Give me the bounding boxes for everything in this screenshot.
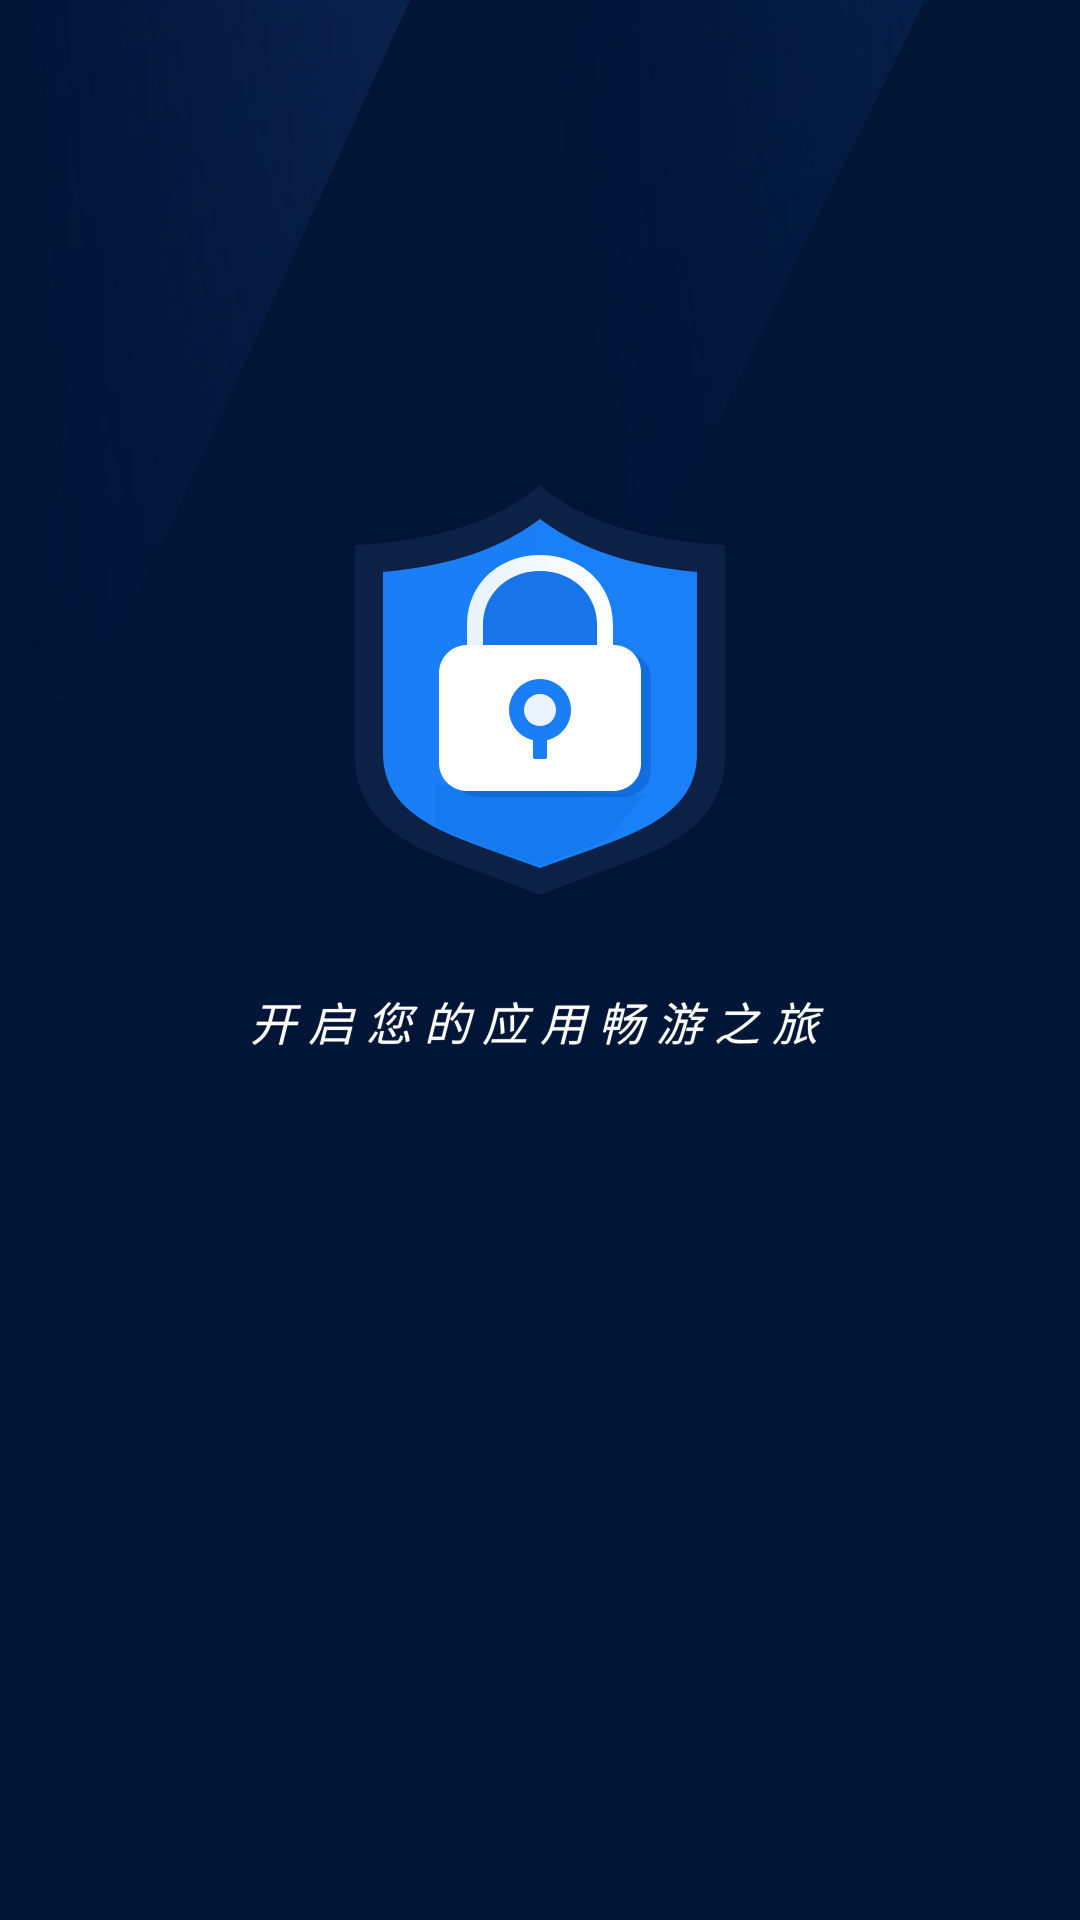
app-logo xyxy=(355,485,725,900)
shield-lock-icon xyxy=(355,485,725,895)
splash-screen: 开启您的应用畅游之旅 xyxy=(0,0,1080,1920)
background-light-beams xyxy=(0,0,1080,1920)
slogan-text: 开启您的应用畅游之旅 xyxy=(250,998,830,1052)
